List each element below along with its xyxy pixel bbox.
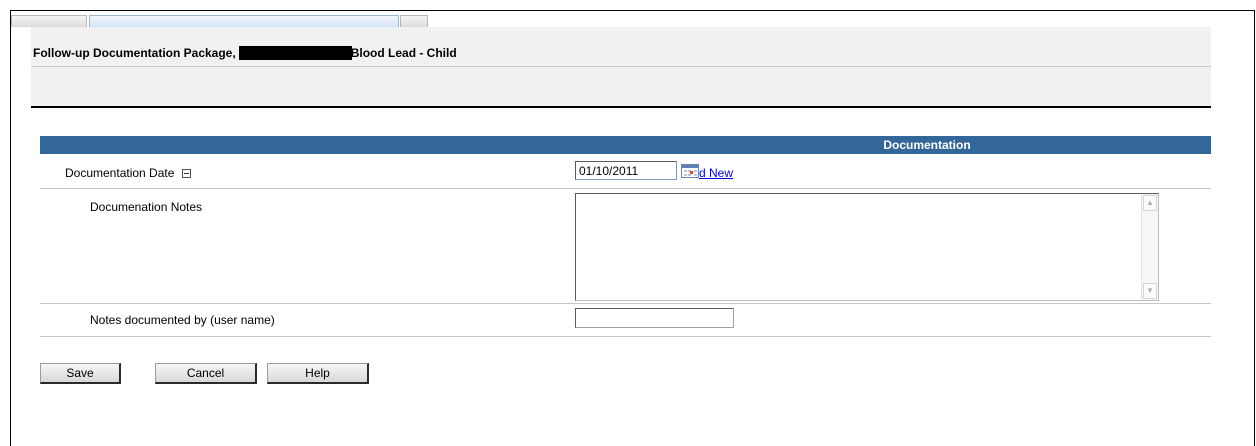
documented-by-row: Notes documented by (user name)	[40, 304, 1211, 337]
page-title: Follow-up Documentation Package, Blood L…	[33, 46, 457, 60]
collapse-minus-icon[interactable]	[181, 169, 191, 179]
header-divider	[31, 66, 1211, 67]
scroll-up-icon[interactable]: ▲	[1143, 195, 1157, 211]
tab-next[interactable]	[400, 15, 428, 27]
documentation-date-input[interactable]	[575, 161, 677, 180]
documentation-date-label: Documentation Date	[65, 166, 175, 180]
add-new-link[interactable]: d New	[699, 166, 733, 180]
help-button[interactable]: Help	[267, 363, 369, 384]
save-button[interactable]: Save	[40, 363, 121, 384]
documentation-notes-label: Documenation Notes	[90, 200, 203, 214]
tab-strip	[11, 11, 1211, 27]
tab-active[interactable]	[89, 15, 399, 27]
redaction-bar	[238, 46, 352, 60]
window-frame: Follow-up Documentation Package, Blood L…	[10, 10, 1255, 446]
section-title: Documentation	[883, 138, 971, 152]
documentation-notes-row: Documenation Notes ▲ ▼	[40, 189, 1211, 304]
documentation-date-row: Documentation Date d New	[40, 154, 1211, 189]
documented-by-label: Notes documented by (user name)	[90, 313, 275, 327]
documentation-notes-textarea[interactable]: ▲ ▼	[575, 193, 1159, 301]
page-title-suffix: Blood Lead - Child	[350, 46, 457, 60]
scroll-down-icon[interactable]: ▼	[1143, 283, 1157, 299]
calendar-icon[interactable]	[681, 164, 699, 178]
cancel-button[interactable]: Cancel	[155, 363, 257, 384]
tab-previous[interactable]	[11, 15, 87, 27]
page-title-prefix: Follow-up Documentation Package,	[33, 46, 236, 60]
page-header: Follow-up Documentation Package, Blood L…	[31, 27, 1211, 108]
section-header: Documentation	[40, 136, 1211, 154]
documentation-date-label-wrap: Documentation Date	[65, 166, 191, 180]
documented-by-input[interactable]	[575, 308, 734, 328]
notes-scrollbar[interactable]: ▲ ▼	[1141, 194, 1158, 300]
